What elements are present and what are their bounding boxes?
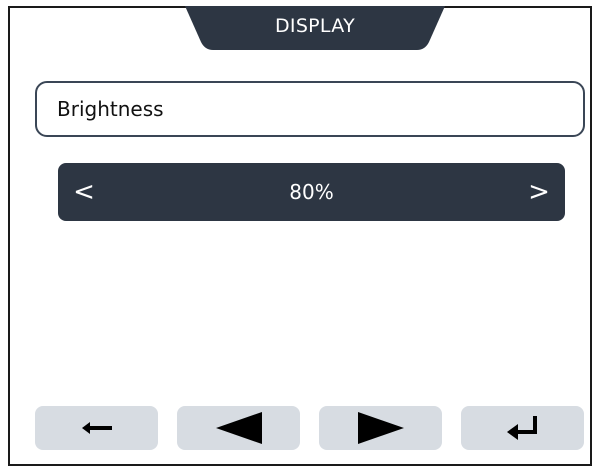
back-arrow-icon xyxy=(81,422,112,434)
setting-label: Brightness xyxy=(57,97,164,121)
brightness-value-selector[interactable]: < 80% > xyxy=(58,163,565,221)
back-button[interactable] xyxy=(35,406,158,450)
header-tab: DISPLAY xyxy=(185,6,445,54)
brightness-value: 80% xyxy=(289,180,334,204)
setting-name-field: Brightness xyxy=(35,81,585,137)
page-title: DISPLAY xyxy=(274,15,355,37)
enter-button[interactable] xyxy=(461,406,584,450)
enter-return-icon xyxy=(506,416,537,440)
increase-arrow-button[interactable]: > xyxy=(525,179,553,205)
right-triangle-icon xyxy=(357,412,404,444)
device-screen: DISPLAY Brightness < 80% > xyxy=(8,6,592,466)
next-button[interactable] xyxy=(319,406,442,450)
previous-button[interactable] xyxy=(177,406,300,450)
decrease-arrow-button[interactable]: < xyxy=(70,179,98,205)
left-triangle-icon xyxy=(215,412,262,444)
control-bar xyxy=(35,406,585,450)
